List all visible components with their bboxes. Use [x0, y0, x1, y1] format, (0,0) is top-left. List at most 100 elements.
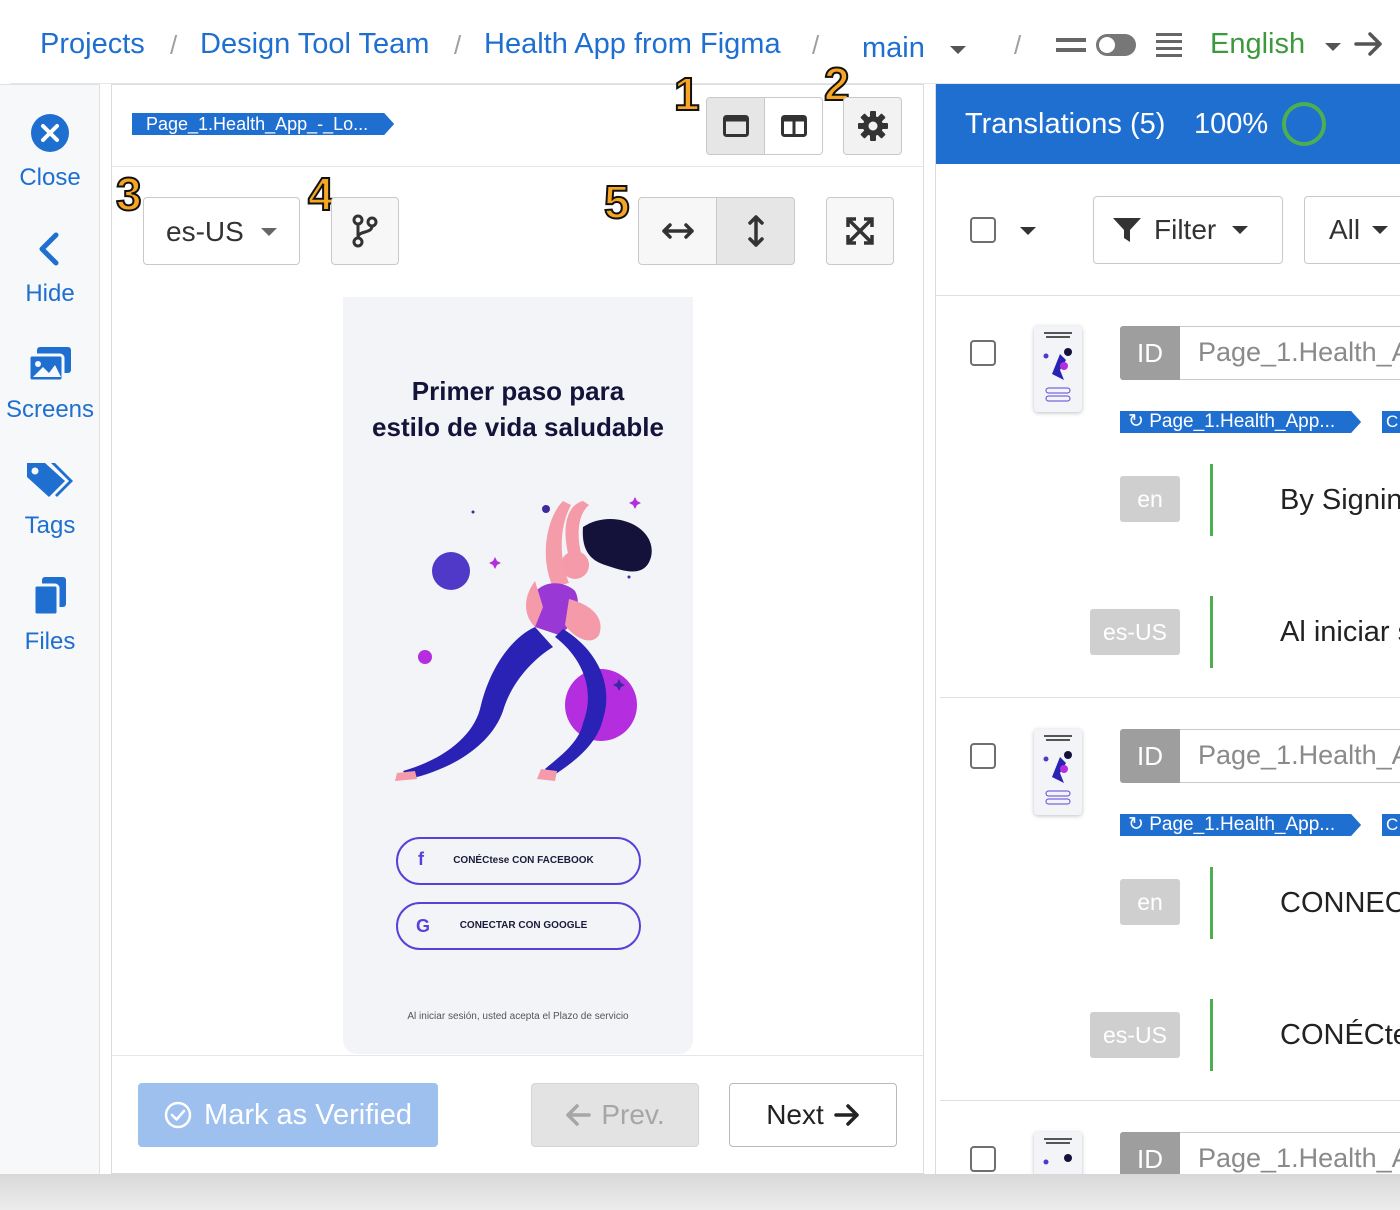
- phone-screen-preview[interactable]: Primer paso para estilo de vida saludabl…: [343, 297, 693, 1054]
- settings-button[interactable]: [843, 97, 902, 155]
- window-bottom-edge: [0, 1174, 1400, 1210]
- code-branch-icon: [352, 214, 378, 248]
- close-circle-icon: [31, 114, 69, 152]
- fullscreen-button[interactable]: [826, 197, 894, 265]
- chevron-down-icon[interactable]: [950, 46, 966, 54]
- target-language-pill: es-US: [1090, 1012, 1180, 1058]
- annotation-badge-3: 3: [115, 168, 143, 220]
- translations-title: Translations (5): [965, 108, 1166, 140]
- branch-selector[interactable]: main: [862, 32, 925, 65]
- translation-card[interactable]: ID Page_1.Health_A ↻ Page_1.Health_App..…: [940, 296, 1400, 698]
- annotation-badge-4: 4: [307, 168, 335, 220]
- arrow-left-icon: [566, 1104, 592, 1126]
- filter-button[interactable]: Filter: [1093, 196, 1283, 264]
- google-button-label: CONECTAR CON GOOGLE: [459, 920, 588, 931]
- arrows-vertical-icon: [747, 215, 764, 247]
- branch-button[interactable]: [331, 197, 399, 265]
- files-icon: [32, 577, 66, 617]
- row-checkbox[interactable]: [970, 1146, 996, 1172]
- arrow-right-icon[interactable]: [1354, 30, 1384, 58]
- preview-header: Page_1.Health_App_-_Lo... 1 2: [112, 60, 923, 167]
- columns-icon: [780, 115, 807, 137]
- id-label: ID: [1120, 1132, 1180, 1174]
- branch-label: main: [862, 32, 925, 64]
- compact-view-icon[interactable]: [1056, 38, 1086, 52]
- screen-chip[interactable]: ↻ Page_1.Health_App...: [1120, 814, 1361, 836]
- language-selector[interactable]: English: [1210, 28, 1305, 61]
- more-screens-chip[interactable]: C: [1382, 411, 1400, 433]
- translations-progress-text: 100%: [1194, 108, 1269, 140]
- screen-preview-panel: Page_1.Health_App_-_Lo... 1 2 3 es-US 4 …: [111, 60, 924, 1174]
- source-language-pill: en: [1120, 476, 1180, 522]
- screen-chip[interactable]: ↻ Page_1.Health_App...: [1120, 411, 1361, 433]
- translation-text[interactable]: Al iniciar s: [1280, 616, 1400, 649]
- chevron-down-icon: [1372, 226, 1389, 234]
- chevron-down-icon: [261, 228, 277, 236]
- screen-thumbnail[interactable]: [1034, 729, 1082, 815]
- next-button[interactable]: Next: [729, 1083, 897, 1147]
- chevron-down-icon[interactable]: [1325, 43, 1341, 51]
- screen-thumbnail[interactable]: [1034, 326, 1082, 412]
- id-value: Page_1.Health_A: [1180, 729, 1400, 783]
- sidebar-item-tags[interactable]: Tags: [0, 459, 100, 540]
- chevron-down-icon: [1232, 226, 1249, 234]
- string-id-field[interactable]: ID Page_1.Health_A: [1120, 729, 1400, 783]
- chevron-down-icon[interactable]: [1020, 227, 1036, 235]
- source-text[interactable]: By Signin: [1280, 484, 1400, 517]
- sidebar-item-hide[interactable]: Hide: [0, 229, 100, 308]
- screen-thumbnail-image: [1043, 332, 1072, 402]
- breadcrumb-separator: /: [454, 30, 462, 60]
- fit-height-button[interactable]: [716, 197, 795, 265]
- list-view-icon[interactable]: [1156, 32, 1182, 58]
- fit-width-button[interactable]: [638, 197, 717, 265]
- breadcrumb-project[interactable]: Health App from Figma: [484, 28, 781, 61]
- sidebar-item-files[interactable]: Files: [0, 575, 100, 656]
- filter-icon: [1113, 218, 1141, 242]
- preview-title-line: estilo de vida saludable: [372, 412, 664, 442]
- breadcrumb-team[interactable]: Design Tool Team: [200, 28, 429, 61]
- screen-thumbnail-image: [1043, 735, 1072, 805]
- single-view-button[interactable]: [706, 97, 765, 155]
- screen-tag[interactable]: Page_1.Health_App_-_Lo...: [132, 113, 394, 135]
- breadcrumb-projects[interactable]: Projects: [40, 28, 145, 61]
- more-screens-chip[interactable]: C: [1382, 814, 1400, 836]
- gear-icon: [857, 111, 888, 141]
- images-icon: [27, 347, 71, 383]
- string-id-field[interactable]: ID Page_1.Health_A: [1120, 1132, 1400, 1174]
- row-checkbox[interactable]: [970, 340, 996, 366]
- row-checkbox[interactable]: [970, 743, 996, 769]
- select-all-checkbox[interactable]: [970, 217, 996, 243]
- translation-card[interactable]: ID Page_1.Health_A ↻ Page_1.Health_App..…: [940, 699, 1400, 1101]
- left-sidebar: Close Hide Screens Tags Files: [0, 84, 100, 1174]
- id-value: Page_1.Health_A: [1180, 326, 1400, 380]
- sidebar-item-screens[interactable]: Screens: [0, 345, 100, 424]
- view-toggle[interactable]: [1096, 34, 1136, 56]
- dancer-illustration: [395, 497, 652, 781]
- screen-chip-label: Page_1.Health_App...: [1149, 814, 1336, 835]
- source-text[interactable]: CONNECT: [1280, 887, 1400, 920]
- locale-select[interactable]: es-US: [143, 197, 300, 265]
- split-view-button[interactable]: [764, 97, 823, 155]
- prev-button[interactable]: Prev.: [531, 1083, 699, 1147]
- breadcrumb-separator: /: [1014, 30, 1022, 60]
- all-filter-select[interactable]: All: [1304, 196, 1400, 264]
- prev-label: Prev.: [601, 1099, 665, 1130]
- preview-title: Primer paso para estilo de vida saludabl…: [343, 373, 693, 445]
- mark-verified-button[interactable]: Mark as Verified: [138, 1083, 438, 1147]
- id-label: ID: [1120, 729, 1180, 783]
- approved-indicator: [1210, 999, 1213, 1071]
- sidebar-item-close[interactable]: Close: [0, 113, 100, 192]
- sidebar-item-label: Screens: [5, 396, 95, 423]
- single-window-icon: [722, 115, 749, 137]
- screen-thumbnail[interactable]: [1034, 1132, 1082, 1174]
- google-connect-button[interactable]: G CONECTAR CON GOOGLE: [396, 902, 641, 950]
- translation-text[interactable]: CONÉCtes: [1280, 1019, 1400, 1052]
- translation-card[interactable]: ID Page_1.Health_A: [940, 1102, 1400, 1174]
- mark-verified-label: Mark as Verified: [204, 1098, 412, 1131]
- translations-header: Translations (5) 100%: [936, 84, 1400, 164]
- facebook-connect-button[interactable]: f CONÉCtese CON FACEBOOK: [396, 837, 641, 885]
- approved-indicator: [1210, 464, 1213, 536]
- string-id-field[interactable]: ID Page_1.Health_A: [1120, 326, 1400, 380]
- sidebar-item-label: Close: [19, 164, 81, 191]
- preview-footer: Mark as Verified Prev. Next: [112, 1055, 923, 1173]
